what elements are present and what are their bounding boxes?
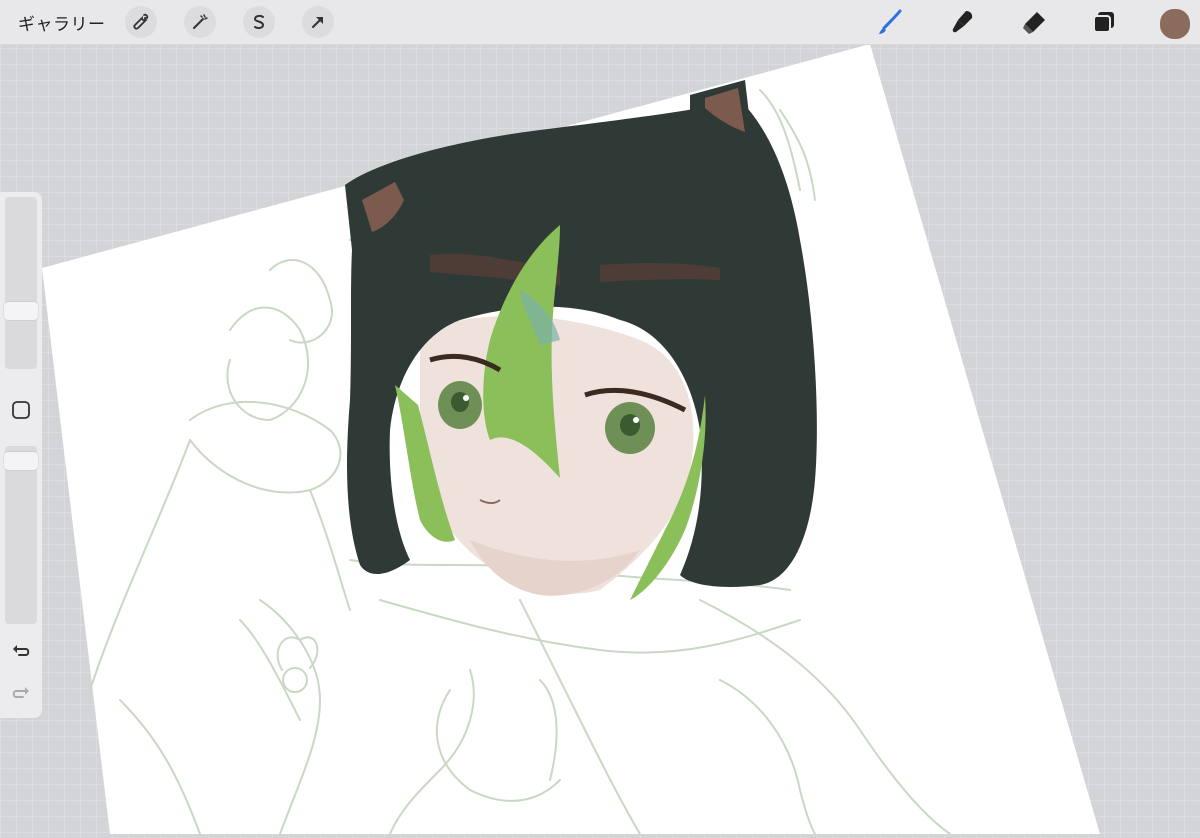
eraser-icon[interactable] [1018, 6, 1050, 38]
brush-size-slider[interactable] [5, 197, 37, 369]
undo-icon[interactable] [10, 640, 32, 662]
brush-size-thumb[interactable] [4, 302, 38, 320]
gallery-button[interactable]: ギャラリー [18, 10, 106, 35]
redo-icon[interactable] [10, 682, 32, 704]
selection-s-icon[interactable] [243, 6, 275, 38]
opacity-slider[interactable] [5, 446, 37, 624]
opacity-thumb[interactable] [4, 452, 38, 470]
arrow-transform-icon[interactable] [302, 6, 334, 38]
square-icon[interactable] [11, 400, 31, 420]
left-sidebar [0, 192, 42, 718]
magic-wand-icon[interactable] [184, 6, 216, 38]
drawing-canvas[interactable] [0, 0, 1200, 835]
wrench-icon[interactable] [125, 6, 157, 38]
top-toolbar: ギャラリー [0, 0, 1200, 45]
smudge-icon[interactable] [946, 6, 978, 38]
brush-icon[interactable] [874, 6, 906, 38]
layers-icon[interactable] [1088, 6, 1120, 38]
artwork [42, 44, 1100, 835]
current-color-swatch[interactable] [1160, 9, 1190, 39]
